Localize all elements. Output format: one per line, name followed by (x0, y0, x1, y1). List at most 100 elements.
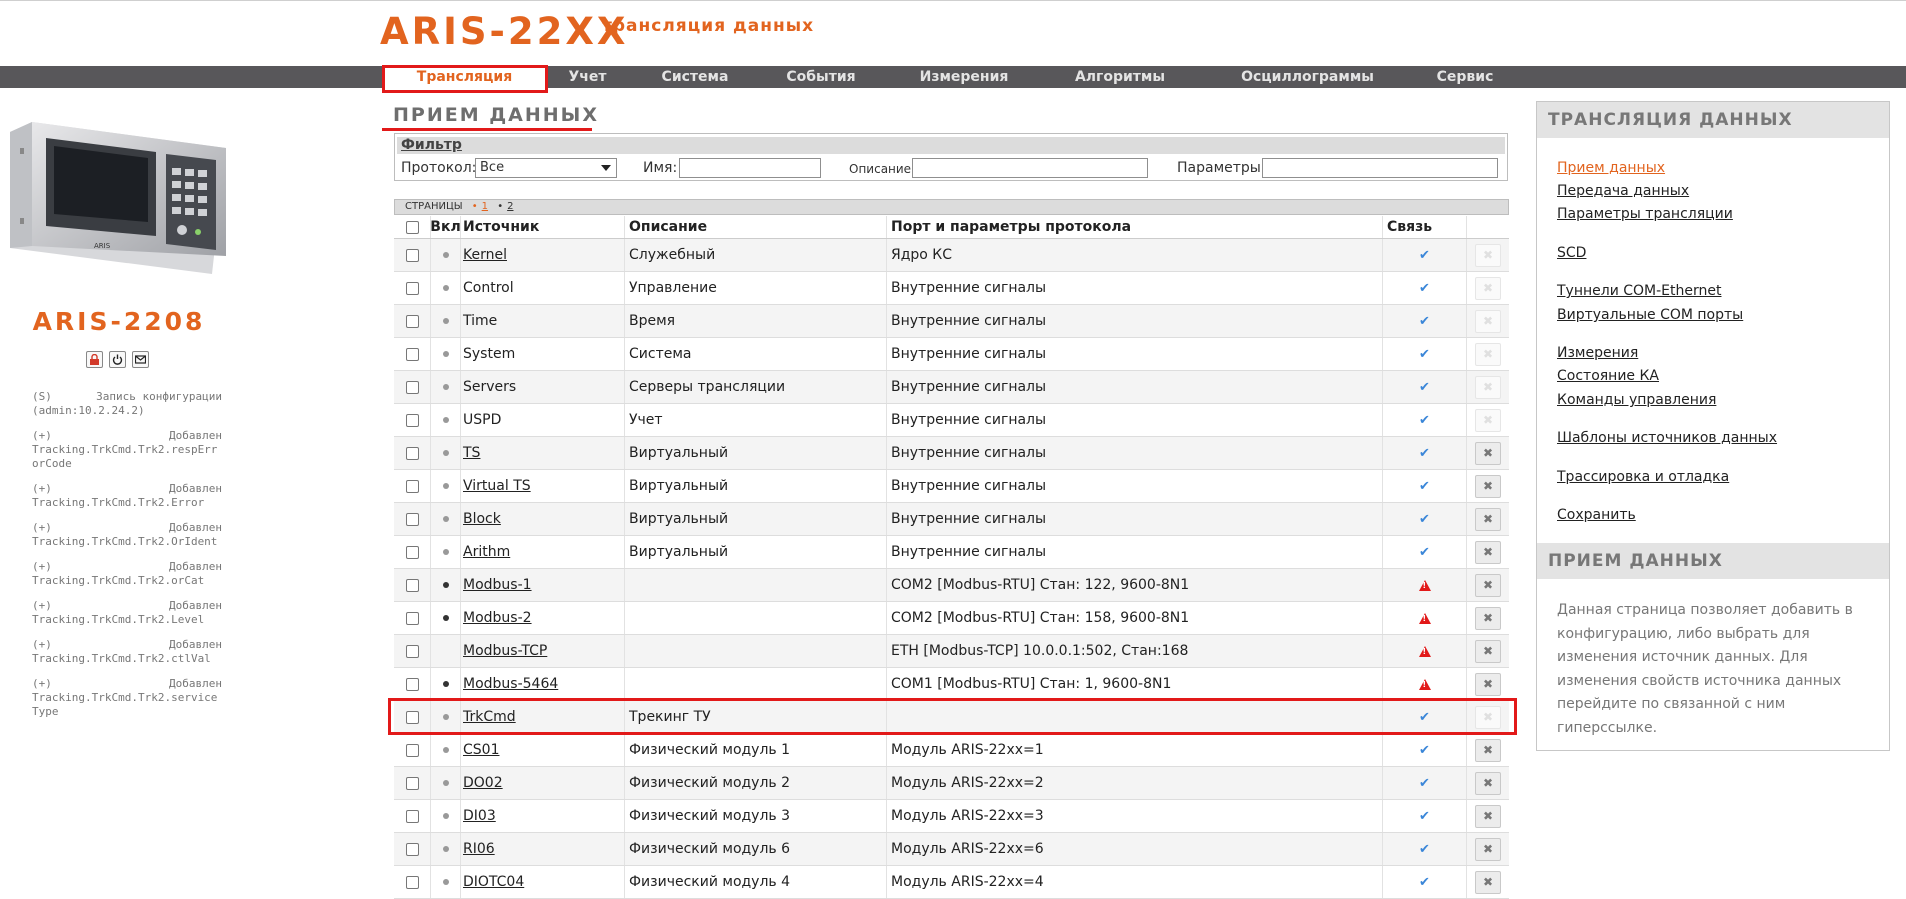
delete-cell: ✖ (1467, 866, 1509, 898)
nav-tab-measurements[interactable]: Измерения (910, 66, 1018, 88)
protocol-select[interactable]: Все (475, 158, 617, 178)
source-cell: DO02 (461, 767, 625, 799)
sidebar-link-receive[interactable]: Прием данных (1557, 160, 1665, 176)
header-enabled: Вкл (431, 216, 461, 238)
source-name[interactable]: Modbus-1 (463, 577, 532, 593)
log-detail: Tracking.TrkCmd.Trk2.Error (32, 496, 205, 509)
row-checkbox[interactable] (405, 644, 419, 658)
delete-icon[interactable]: ✖ (1475, 672, 1501, 696)
power-icon[interactable] (109, 351, 126, 368)
row-checkbox[interactable] (405, 578, 419, 592)
sidebar-section-receive: ПРИЕМ ДАННЫХ (1537, 543, 1889, 579)
source-name[interactable]: TS (463, 445, 480, 461)
sidebar-link-save[interactable]: Сохранить (1557, 507, 1636, 523)
enabled-cell (431, 338, 461, 370)
row-checkbox[interactable] (405, 314, 419, 328)
source-name[interactable]: CS01 (463, 742, 499, 758)
select-cell (394, 272, 431, 304)
nav-tab-events[interactable]: События (778, 66, 864, 88)
row-checkbox[interactable] (405, 743, 419, 757)
delete-cell: ✖ (1467, 635, 1509, 667)
row-checkbox[interactable] (405, 248, 419, 262)
sidebar-link-params[interactable]: Параметры трансляции (1557, 206, 1733, 222)
delete-icon[interactable]: ✖ (1475, 441, 1501, 465)
source-name[interactable]: TrkCmd (463, 709, 516, 725)
nav-tab-oscillograms[interactable]: Осциллограммы (1230, 66, 1385, 88)
log-prefix: (+) (32, 638, 52, 651)
enabled-indicator (442, 285, 449, 291)
delete-icon[interactable]: ✖ (1475, 870, 1501, 894)
sidebar-link-virtual-com[interactable]: Виртуальные COM порты (1557, 307, 1743, 323)
mail-icon[interactable] (132, 351, 149, 368)
row-checkbox[interactable] (405, 347, 419, 361)
sidebar-link-transmit[interactable]: Передача данных (1557, 183, 1689, 199)
delete-icon[interactable]: ✖ (1475, 573, 1501, 597)
delete-icon[interactable]: ✖ (1475, 771, 1501, 795)
delete-cell: ✖ (1467, 701, 1509, 733)
page-link-2[interactable]: 2 (507, 201, 513, 212)
delete-icon[interactable]: ✖ (1475, 639, 1501, 663)
row-checkbox[interactable] (405, 380, 419, 394)
sidebar-link-tracing[interactable]: Трассировка и отладка (1557, 469, 1729, 485)
delete-icon[interactable]: ✖ (1475, 474, 1501, 498)
source-name[interactable]: DO02 (463, 775, 503, 791)
row-checkbox[interactable] (405, 512, 419, 526)
source-name[interactable]: Virtual TS (463, 478, 531, 494)
description-cell: Управление (625, 272, 887, 304)
delete-icon[interactable]: ✖ (1475, 804, 1501, 828)
sidebar-link-tunnels[interactable]: Туннели COM-Ethernet (1557, 283, 1722, 299)
source-name[interactable]: Arithm (463, 544, 510, 560)
row-checkbox[interactable] (405, 710, 419, 724)
nav-tab-system[interactable]: Система (655, 66, 735, 88)
delete-icon[interactable]: ✖ (1475, 507, 1501, 531)
delete-icon: ✖ (1475, 375, 1501, 399)
enabled-cell (431, 305, 461, 337)
description-cell: Служебный (625, 239, 887, 271)
page-link-1[interactable]: 1 (482, 201, 488, 212)
delete-icon[interactable]: ✖ (1475, 837, 1501, 861)
nav-tab-translation[interactable]: Трансляция (384, 66, 545, 90)
select-all-checkbox[interactable] (405, 220, 419, 234)
row-checkbox[interactable] (405, 842, 419, 856)
sidebar-link-commands[interactable]: Команды управления (1557, 392, 1716, 408)
row-checkbox[interactable] (405, 479, 419, 493)
delete-icon[interactable]: ✖ (1475, 540, 1501, 564)
link-ok-icon: ✔ (1419, 841, 1430, 857)
source-name[interactable]: RI06 (463, 841, 495, 857)
sidebar-link-ka-state[interactable]: Состояние КА (1557, 368, 1659, 384)
nav-tab-metering[interactable]: Учет (555, 66, 620, 88)
description-cell: Время (625, 305, 887, 337)
lock-icon[interactable] (86, 351, 103, 368)
filter-title[interactable]: Фильтр (397, 137, 1505, 154)
source-name[interactable]: Modbus-2 (463, 610, 532, 626)
row-checkbox[interactable] (405, 611, 419, 625)
row-checkbox[interactable] (405, 875, 419, 889)
row-checkbox[interactable] (405, 281, 419, 295)
source-name[interactable]: Modbus-5464 (463, 676, 558, 692)
source-name[interactable]: Kernel (463, 247, 507, 263)
source-name[interactable]: Modbus-TCP (463, 643, 547, 659)
sidebar-link-scd[interactable]: SCD (1557, 245, 1586, 261)
port-cell: Внутренние сигналы (887, 272, 1383, 304)
row-checkbox[interactable] (405, 776, 419, 790)
sidebar-link-measurements[interactable]: Измерения (1557, 345, 1638, 361)
source-name[interactable]: DI03 (463, 808, 496, 824)
row-checkbox[interactable] (405, 809, 419, 823)
description-input[interactable] (912, 158, 1148, 178)
row-checkbox[interactable] (405, 677, 419, 691)
params-input[interactable] (1262, 158, 1498, 178)
nav-tab-algorithms[interactable]: Алгоритмы (1068, 66, 1172, 88)
name-input[interactable] (679, 158, 821, 178)
row-checkbox[interactable] (405, 545, 419, 559)
source-name[interactable]: Block (463, 511, 501, 527)
brand-subtitle: трансляция данных (602, 16, 815, 36)
nav-tab-service[interactable]: Сервис (1425, 66, 1505, 88)
delete-icon[interactable]: ✖ (1475, 738, 1501, 762)
row-checkbox[interactable] (405, 413, 419, 427)
row-checkbox[interactable] (405, 446, 419, 460)
sidebar-link-templates[interactable]: Шаблоны источников данных (1557, 430, 1777, 446)
delete-icon[interactable]: ✖ (1475, 606, 1501, 630)
source-name: Time (463, 313, 498, 329)
source-name[interactable]: DIOTC04 (463, 874, 524, 890)
delete-cell: ✖ (1467, 239, 1509, 271)
